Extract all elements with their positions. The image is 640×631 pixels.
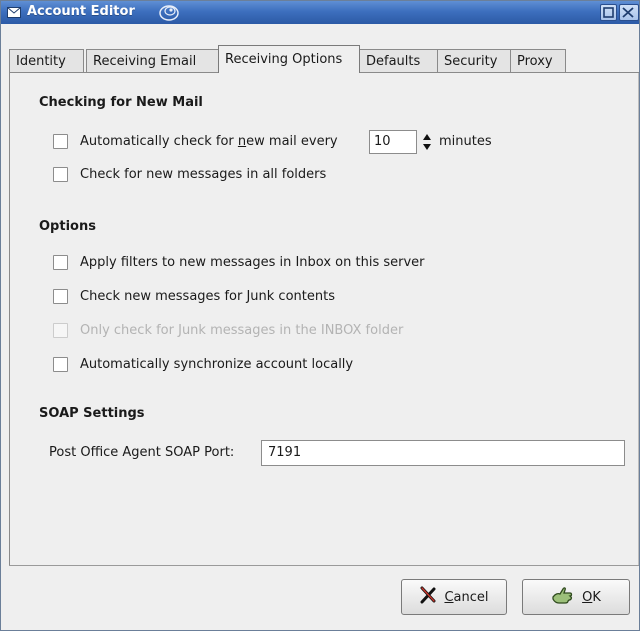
soap-section-title: SOAP Settings	[39, 406, 145, 421]
soap-port-input[interactable]: 7191	[261, 440, 625, 466]
junk-check-checkbox[interactable]	[53, 289, 68, 304]
interval-spin-input[interactable]: 10	[369, 130, 417, 154]
junk-inbox-only-label: Only check for Junk messages in the INBO…	[80, 323, 404, 338]
sync-locally-option[interactable]: Automatically synchronize account locall…	[53, 357, 353, 372]
cancel-button[interactable]: Cancel	[401, 579, 507, 615]
tab-security[interactable]: Security	[437, 49, 511, 72]
apply-filters-option[interactable]: Apply filters to new messages in Inbox o…	[53, 255, 425, 270]
button-separator	[9, 565, 639, 566]
junk-inbox-only-checkbox	[53, 323, 68, 338]
junk-inbox-only-option: Only check for Junk messages in the INBO…	[53, 323, 403, 338]
cancel-x-icon	[419, 586, 437, 608]
maximize-icon	[603, 7, 614, 18]
junk-check-label: Check new messages for Junk contents	[80, 289, 335, 304]
auto-check-option[interactable]: Automatically check for new mail every	[53, 134, 338, 149]
tab-proxy[interactable]: Proxy	[510, 49, 566, 72]
title-bar[interactable]: Account Editor	[1, 1, 639, 24]
cancel-label: Cancel	[444, 589, 489, 605]
maximize-button[interactable]	[600, 4, 617, 21]
all-folders-checkbox[interactable]	[53, 167, 68, 182]
close-icon	[622, 7, 634, 18]
interval-unit-label: minutes	[439, 134, 492, 149]
spinner-swirl-icon	[158, 2, 180, 22]
checking-section-title: Checking for New Mail	[39, 95, 203, 110]
sync-locally-checkbox[interactable]	[53, 357, 68, 372]
auto-check-checkbox[interactable]	[53, 134, 68, 149]
all-folders-label: Check for new messages in all folders	[80, 167, 327, 182]
tab-identity[interactable]: Identity	[9, 49, 84, 72]
window-title: Account Editor	[27, 4, 135, 19]
tab-receiving-email[interactable]: Receiving Email	[86, 49, 219, 72]
ok-label: OK	[582, 589, 601, 605]
sync-locally-label: Automatically synchronize account locall…	[80, 357, 354, 372]
ok-button[interactable]: OK	[522, 579, 630, 615]
all-folders-option[interactable]: Check for new messages in all folders	[53, 167, 326, 182]
apply-filters-checkbox[interactable]	[53, 255, 68, 270]
interval-spin-arrows[interactable]	[421, 131, 433, 153]
apply-filters-label: Apply filters to new messages in Inbox o…	[80, 255, 425, 270]
tab-bar: Identity Receiving Email Receiving Optio…	[9, 45, 639, 73]
account-editor-window: Account Editor Identity Receiving Email …	[0, 0, 640, 631]
soap-port-label: Post Office Agent SOAP Port:	[49, 445, 235, 460]
envelope-icon	[7, 7, 21, 18]
close-button[interactable]	[619, 4, 639, 21]
ok-hand-icon	[551, 585, 575, 609]
tab-receiving-options[interactable]: Receiving Options	[218, 45, 360, 73]
options-section-title: Options	[39, 219, 96, 234]
tab-defaults[interactable]: Defaults	[359, 49, 438, 72]
junk-check-option[interactable]: Check new messages for Junk contents	[53, 289, 335, 304]
auto-check-label: Automatically check for new mail every	[80, 134, 338, 149]
spin-up-down-icon	[423, 134, 431, 150]
